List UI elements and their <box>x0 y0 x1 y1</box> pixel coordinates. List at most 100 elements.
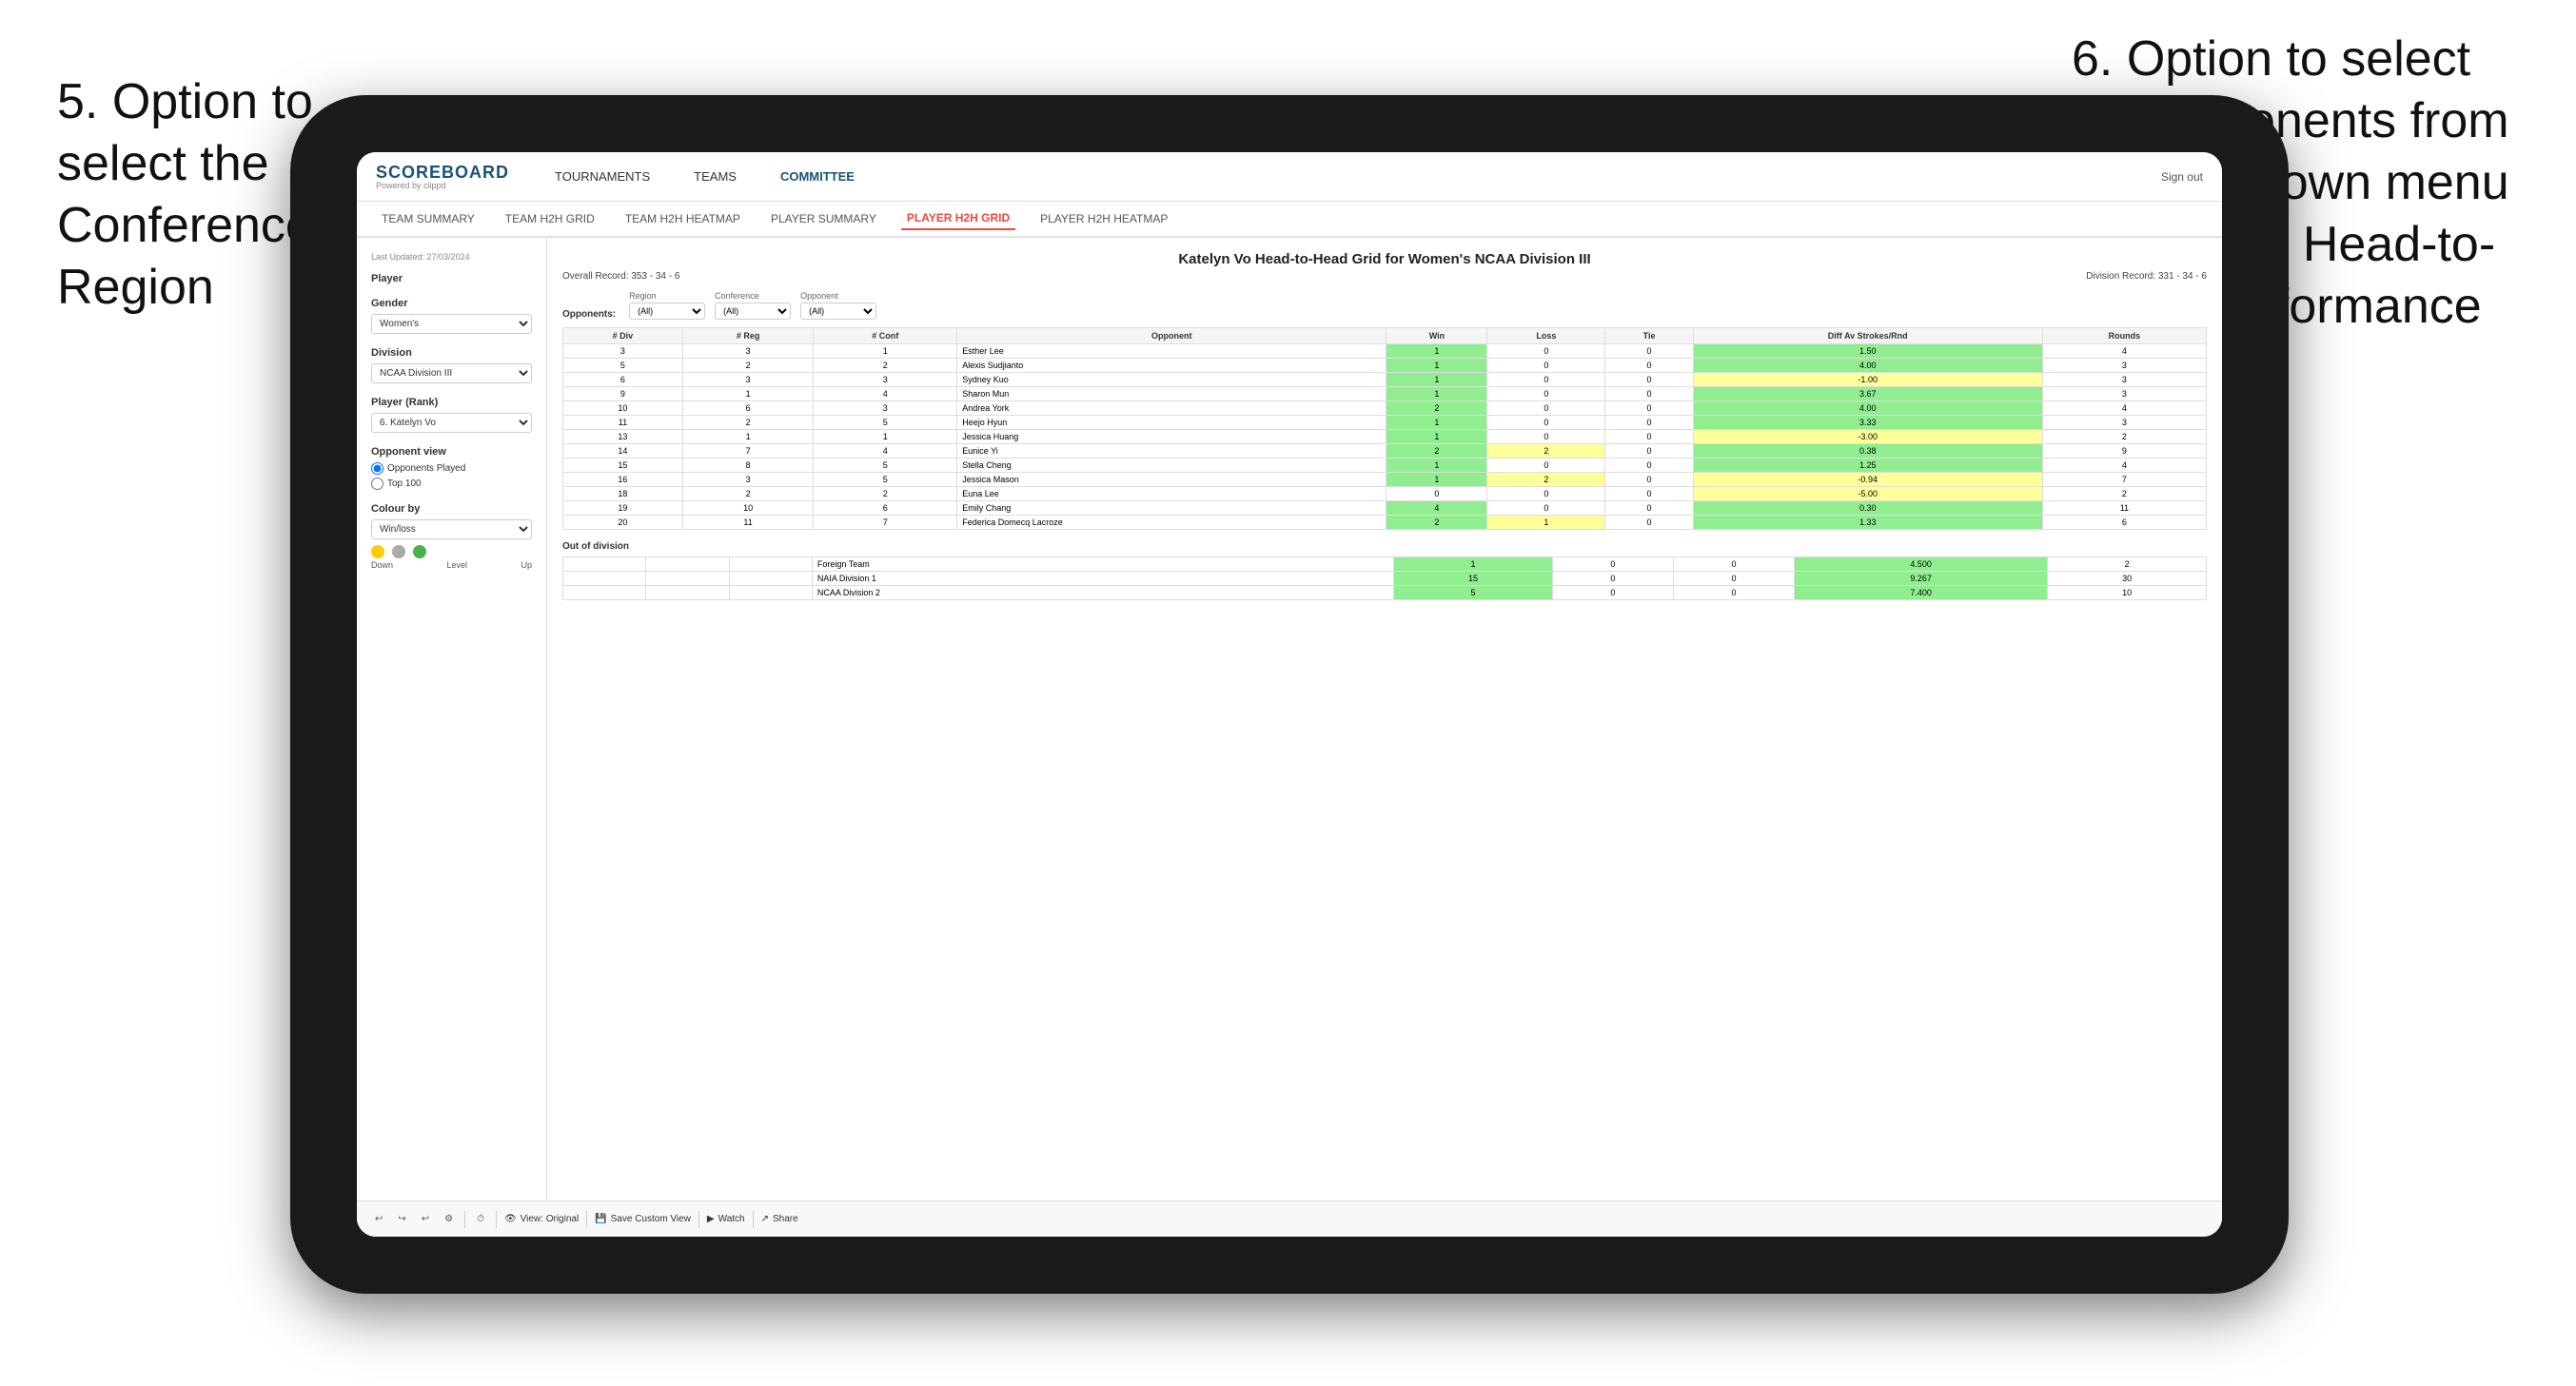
undo-btn[interactable]: ↩ <box>371 1212 386 1226</box>
cell-rounds: 4 <box>2042 459 2206 473</box>
cell-div: 13 <box>563 430 683 444</box>
radio-top-100[interactable]: Top 100 <box>371 478 532 490</box>
top-nav: SCOREBOARD Powered by clippd TOURNAMENTS… <box>357 152 2222 202</box>
watch-icon: ▶ <box>707 1214 715 1224</box>
cell-tie: 0 <box>1605 401 1693 416</box>
cell-tie: 0 <box>1605 516 1693 530</box>
player-rank-select[interactable]: 6. Katelyn Vo <box>371 413 532 433</box>
colour-select[interactable]: Win/loss <box>371 519 532 539</box>
cell-diff: 1.33 <box>1693 516 2042 530</box>
save-icon: 💾 <box>595 1214 606 1224</box>
ood-table-row: Foreign Team 1 0 0 4.500 2 <box>563 557 2207 572</box>
ood-cell-loss: 0 <box>1552 586 1673 600</box>
grid-area: Katelyn Vo Head-to-Head Grid for Women's… <box>547 238 2222 1237</box>
cell-diff: 0.30 <box>1693 501 2042 516</box>
sign-out[interactable]: Sign out <box>2161 170 2203 184</box>
subnav-player-h2h-heatmap[interactable]: PLAYER H2H HEATMAP <box>1034 208 1173 229</box>
share-action[interactable]: ↗ Share <box>761 1214 798 1224</box>
save-custom-view-action[interactable]: 💾 Save Custom View <box>595 1214 691 1224</box>
filter-conference-label: Conference <box>715 291 791 301</box>
table-row: 13 1 1 Jessica Huang 1 0 0 -3.00 2 <box>563 430 2207 444</box>
cell-conf: 1 <box>814 344 957 359</box>
cell-div: 10 <box>563 401 683 416</box>
last-updated: Last Updated: 27/03/2024 <box>371 252 532 262</box>
subnav-team-summary[interactable]: TEAM SUMMARY <box>376 208 481 229</box>
cell-tie: 0 <box>1605 359 1693 373</box>
colour-section: Colour by Win/loss Down Level Up <box>371 503 532 570</box>
division-record: Division Record: 331 - 34 - 6 <box>2086 271 2207 282</box>
settings-btn[interactable]: ⚙ <box>441 1212 457 1226</box>
filter-opponent-select[interactable]: (All) <box>800 303 876 320</box>
radio-opponents-played-input[interactable] <box>371 462 383 475</box>
player-label: Player <box>371 273 532 284</box>
cell-conf: 6 <box>814 501 957 516</box>
nav-teams[interactable]: TEAMS <box>686 166 744 187</box>
cell-diff: 0.38 <box>1693 444 2042 459</box>
filter-region-group: Region (All) <box>629 291 705 320</box>
gender-select[interactable]: Women's <box>371 314 532 334</box>
table-row: 18 2 2 Euna Lee 0 0 0 -5.00 2 <box>563 487 2207 501</box>
cell-loss: 0 <box>1487 359 1605 373</box>
cell-opponent: Jessica Mason <box>957 473 1386 487</box>
filter-region-select[interactable]: (All) <box>629 303 705 320</box>
cell-win: 2 <box>1386 444 1487 459</box>
cell-opponent: Federica Domecq Lacroze <box>957 516 1386 530</box>
clock-btn[interactable]: ⏱ <box>473 1212 488 1226</box>
cell-conf: 2 <box>814 487 957 501</box>
cell-loss: 0 <box>1487 430 1605 444</box>
cell-tie: 0 <box>1605 487 1693 501</box>
cell-conf: 3 <box>814 373 957 387</box>
cell-reg: 3 <box>682 473 813 487</box>
legend-up-label: Up <box>521 560 532 570</box>
cell-div: 20 <box>563 516 683 530</box>
player-section: Player <box>371 273 532 284</box>
cell-loss: 0 <box>1487 373 1605 387</box>
cell-loss: 2 <box>1487 473 1605 487</box>
filter-conference-select[interactable]: (All) <box>715 303 791 320</box>
cell-rounds: 4 <box>2042 401 2206 416</box>
cell-reg: 1 <box>682 430 813 444</box>
nav-committee[interactable]: COMMITTEE <box>773 166 862 187</box>
cell-opponent: Eunice Yi <box>957 444 1386 459</box>
cell-div: 16 <box>563 473 683 487</box>
cell-opponent: Andrea York <box>957 401 1386 416</box>
cell-opponent: Sharon Mun <box>957 387 1386 401</box>
ood-cell-diff: 4.500 <box>1795 557 2048 572</box>
ood-cell-tie: 0 <box>1673 572 1794 586</box>
cell-reg: 2 <box>682 359 813 373</box>
left-panel: Last Updated: 27/03/2024 Player Gender W… <box>357 238 547 1237</box>
undo2-btn[interactable]: ↩ <box>418 1212 433 1226</box>
radio-top-100-input[interactable] <box>371 478 383 490</box>
radio-opponents-played[interactable]: Opponents Played <box>371 462 532 475</box>
cell-diff: 3.67 <box>1693 387 2042 401</box>
scoreboard-logo: SCOREBOARD Powered by clippd <box>376 164 509 190</box>
opponents-label: Opponents: <box>562 309 616 320</box>
view-original-action[interactable]: 👁 View: Original <box>504 1214 579 1224</box>
subnav-team-h2h-grid[interactable]: TEAM H2H GRID <box>500 208 600 229</box>
cell-win: 1 <box>1386 473 1487 487</box>
cell-tie: 0 <box>1605 373 1693 387</box>
redo-btn[interactable]: ↪ <box>394 1212 409 1226</box>
nav-tournaments[interactable]: TOURNAMENTS <box>547 166 658 187</box>
watch-action[interactable]: ▶ Watch <box>707 1214 745 1224</box>
cell-reg: 1 <box>682 387 813 401</box>
main-content: Last Updated: 27/03/2024 Player Gender W… <box>357 238 2222 1237</box>
subnav-team-h2h-heatmap[interactable]: TEAM H2H HEATMAP <box>619 208 746 229</box>
ood-cell-loss: 0 <box>1552 557 1673 572</box>
legend-down-label: Down <box>371 560 393 570</box>
subnav-player-h2h-grid[interactable]: PLAYER H2H GRID <box>901 207 1015 230</box>
ood-cell-tie: 0 <box>1673 557 1794 572</box>
cell-div: 5 <box>563 359 683 373</box>
legend-labels: Down Level Up <box>371 560 532 570</box>
tablet: SCOREBOARD Powered by clippd TOURNAMENTS… <box>290 95 2289 1294</box>
division-select[interactable]: NCAA Division III <box>371 363 532 383</box>
ood-table-row: NAIA Division 1 15 0 0 9.267 30 <box>563 572 2207 586</box>
cell-win: 1 <box>1386 373 1487 387</box>
grid-records: Overall Record: 353 - 34 - 6 Division Re… <box>562 271 2207 282</box>
ood-cell-win: 1 <box>1394 557 1553 572</box>
ood-cell-tie: 0 <box>1673 586 1794 600</box>
cell-opponent: Alexis Sudjianto <box>957 359 1386 373</box>
subnav-player-summary[interactable]: PLAYER SUMMARY <box>765 208 882 229</box>
cell-opponent: Jessica Huang <box>957 430 1386 444</box>
cell-opponent: Sydney Kuo <box>957 373 1386 387</box>
